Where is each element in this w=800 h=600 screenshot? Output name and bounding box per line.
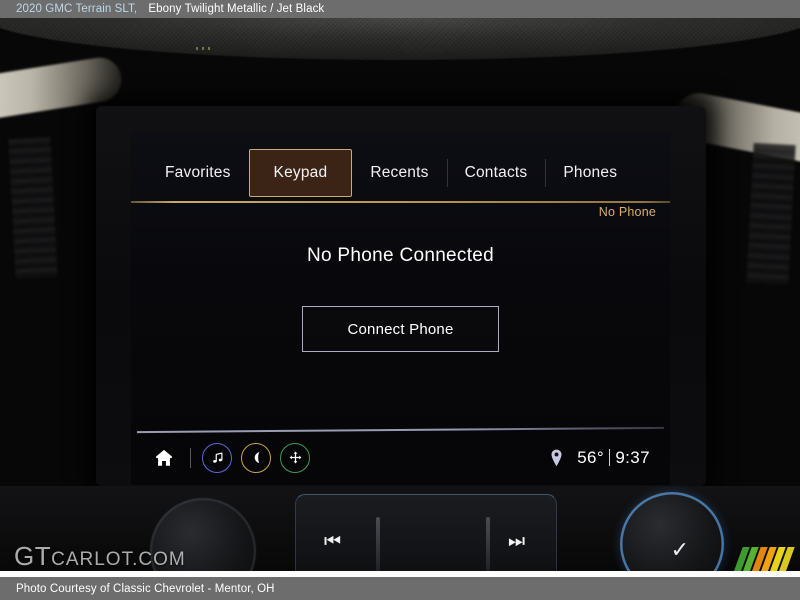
phone-status-badge: No Phone [598,205,656,219]
dock-icon-group[interactable] [149,442,310,473]
tab-contacts-label: Contacts [464,164,528,181]
title-separator [137,3,148,15]
tab-divider [131,201,670,203]
tab-favorites[interactable]: Favorites [147,149,249,197]
phone-icon[interactable] [241,442,271,473]
temperature-value: 56° [577,447,605,467]
screen-dock-bar[interactable]: 56° 9:37 [131,430,670,485]
air-vent-left [8,136,58,280]
titlebar: 2020 GMC Terrain SLT, Ebony Twilight Met… [0,0,800,18]
temperature-time: 56° 9:37 [577,448,650,468]
connect-phone-button[interactable]: Connect Phone [302,306,499,352]
media-button-panel[interactable]: ⏮ ⏭ [295,494,557,577]
clock-value: 9:37 [615,447,650,467]
screenshot-root: 2020 GMC Terrain SLT, Ebony Twilight Met… [0,0,800,600]
home-icon[interactable] [149,443,179,473]
location-pin-icon [547,447,565,469]
connect-phone-label: Connect Phone [347,320,454,338]
no-phone-message: No Phone Connected [306,245,495,266]
photo-credit-text: Photo Courtesy of Classic Chevrolet - Me… [16,582,275,595]
air-vent-right [746,142,796,286]
tab-keypad-label: Keypad [273,164,328,181]
previous-track-icon[interactable]: ⏮ [324,531,341,553]
temp-time-divider [609,449,611,466]
confirm-check-icon[interactable]: ✓ [671,539,689,561]
button-slot-left [376,517,380,577]
tab-recents[interactable]: Recents [352,149,446,197]
gtcarlot-watermark: GT CARLOT.COM [14,541,186,572]
tab-phones-label: Phones [563,164,618,181]
vehicle-title: 2020 GMC Terrain SLT, [16,3,138,15]
phone-content-area: No Phone Connected Connect Phone [131,229,670,429]
photo-credit-bar: Photo Courtesy of Classic Chevrolet - Me… [0,577,800,600]
dock-status-group: 56° 9:37 [547,447,656,469]
tab-phones[interactable]: Phones [545,149,635,197]
navigation-icon[interactable] [280,442,310,473]
brand-stripes-logo [733,547,795,573]
dash-indicator-dots-top [196,47,210,50]
tab-contacts[interactable]: Contacts [446,149,546,197]
watermark-suffix: CARLOT.COM [51,549,186,570]
button-slot-right [486,517,490,577]
music-note-icon[interactable] [202,442,232,473]
infotainment-screen[interactable]: Favorites Keypad Recents Contacts Phones… [131,133,670,485]
tab-recents-label: Recents [370,164,429,181]
next-track-icon[interactable]: ⏭ [508,531,525,553]
tab-favorites-label: Favorites [165,164,231,181]
dock-separator [190,447,191,468]
tab-keypad[interactable]: Keypad [248,149,353,197]
vehicle-photo: Favorites Keypad Recents Contacts Phones… [0,18,800,577]
vehicle-colors: Ebony Twilight Metallic / Jet Black [148,3,325,15]
right-control-knob[interactable] [620,492,724,577]
watermark-prefix: GT [14,541,52,571]
dashboard-top-pad [0,18,800,60]
phone-tab-bar[interactable]: Favorites Keypad Recents Contacts Phones [131,149,670,197]
